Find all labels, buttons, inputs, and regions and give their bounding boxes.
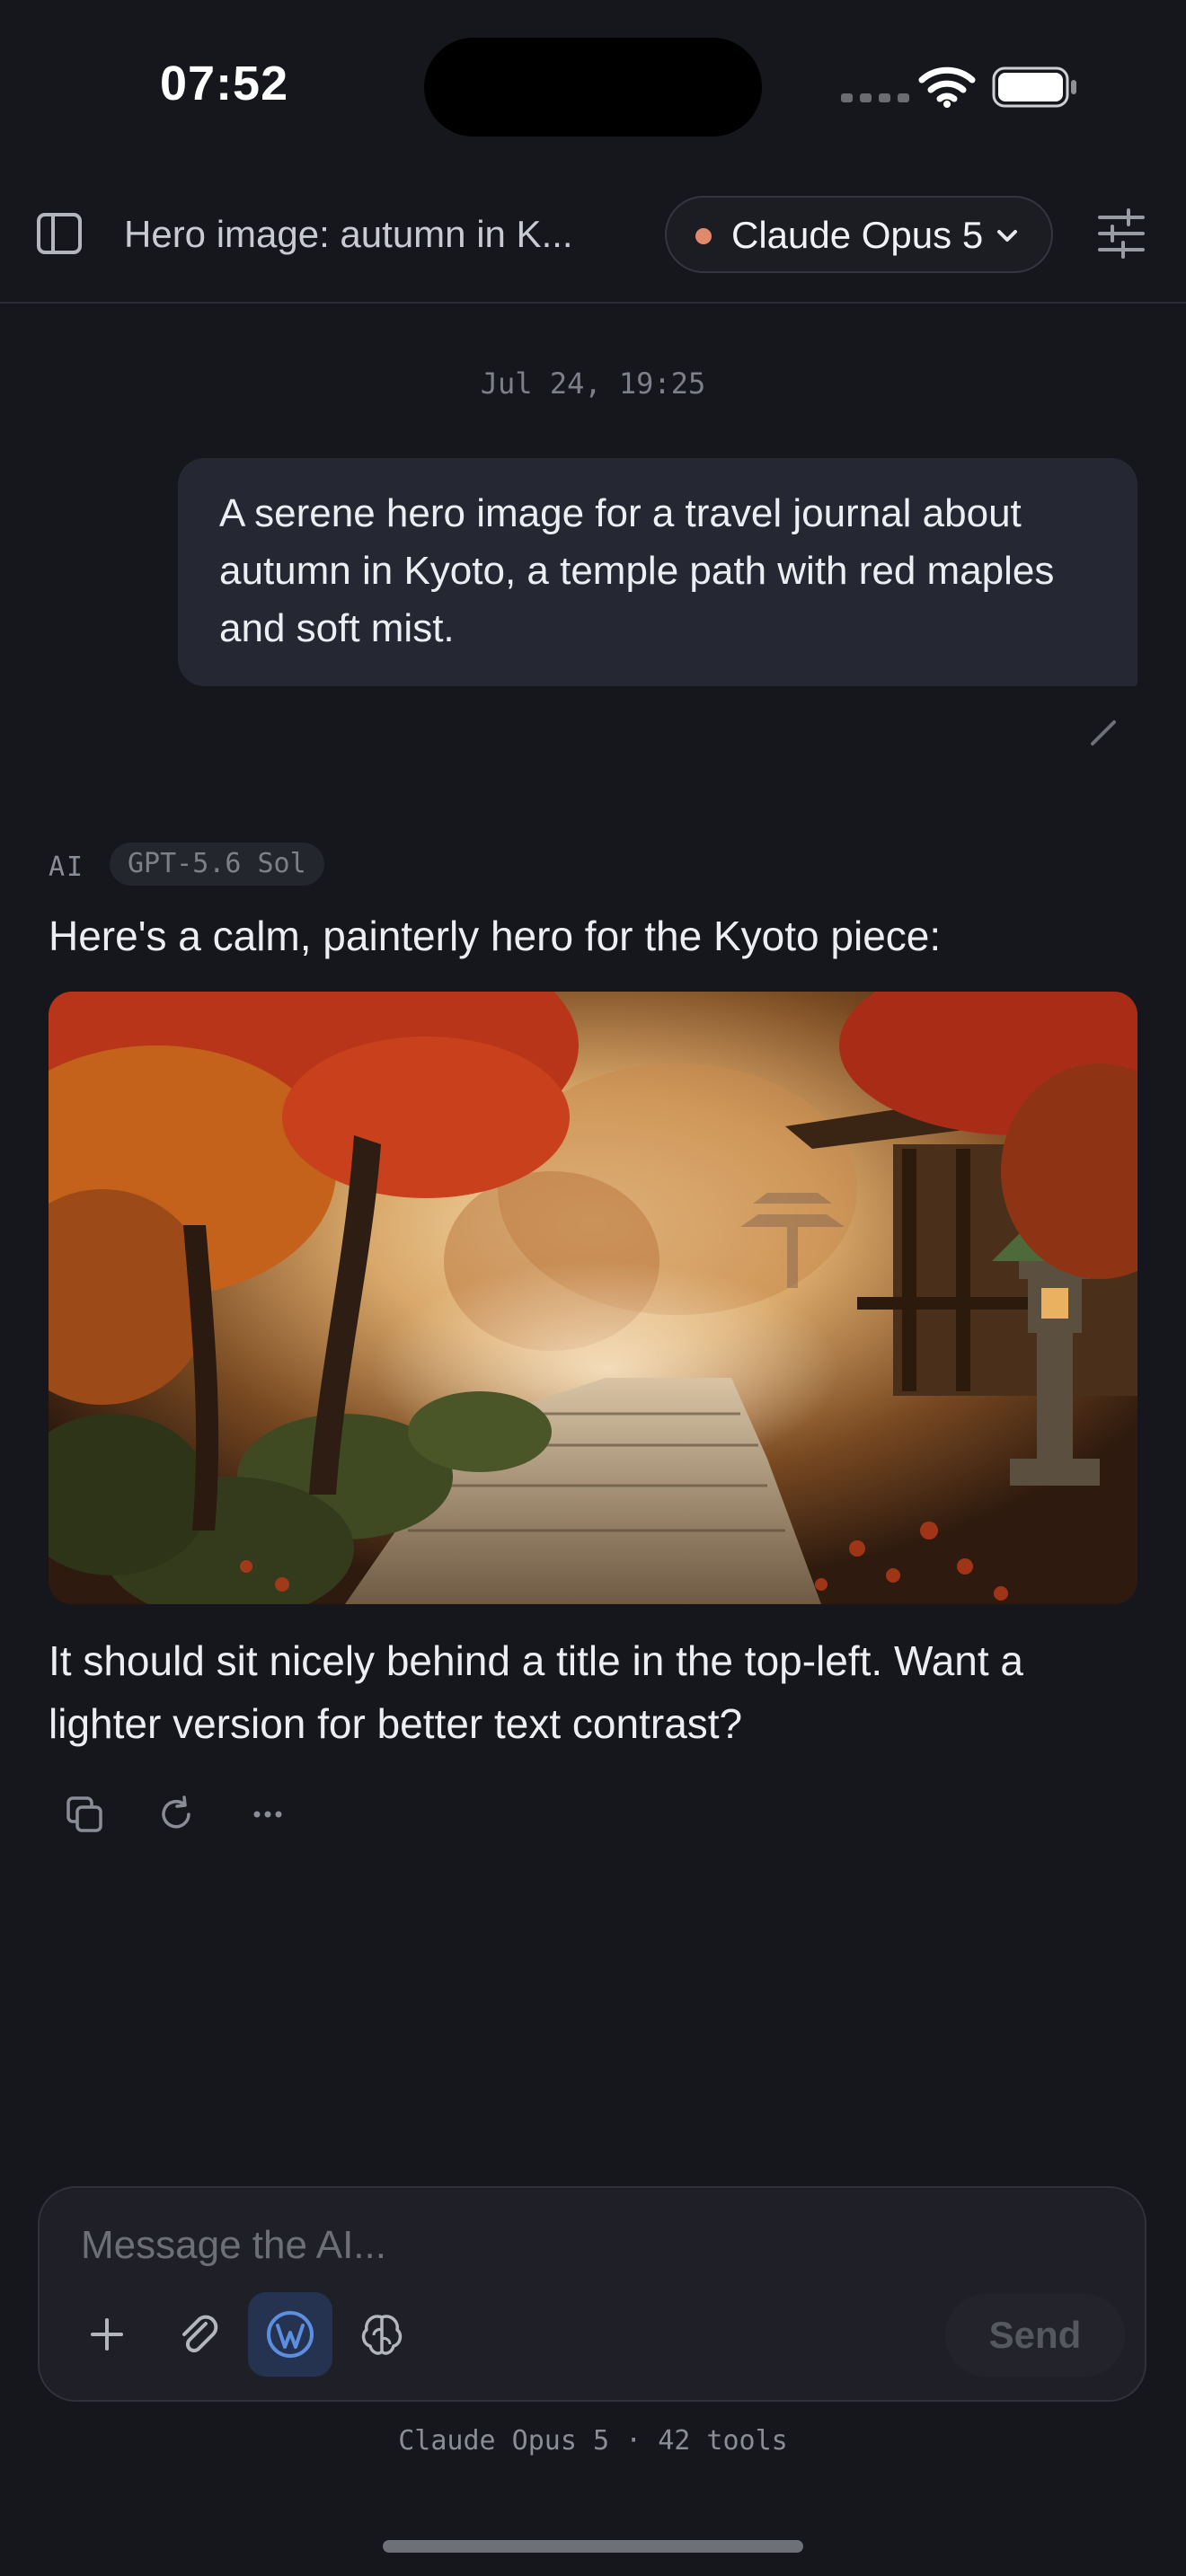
copy-button[interactable] — [63, 1793, 106, 1836]
wifi-icon — [918, 65, 976, 112]
message-timestamp: Jul 24, 19:25 — [480, 366, 706, 401]
refresh-icon — [162, 1795, 190, 1829]
ai-followup-text: It should sit nicely behind a title in t… — [49, 1637, 1023, 1747]
ai-sender-label: AI — [49, 851, 85, 883]
conversation-title[interactable]: Hero image: autumn in K... — [124, 210, 609, 259]
ai-intro-text: Here's a calm, painterly hero for the Ky… — [49, 913, 942, 959]
wordpress-tool-button[interactable] — [248, 2292, 332, 2377]
paperclip-icon — [182, 2315, 218, 2353]
message-composer: Send — [38, 2186, 1146, 2402]
attach-button[interactable] — [156, 2292, 241, 2377]
model-status-dot — [695, 228, 712, 244]
brain-icon — [361, 2315, 403, 2355]
pencil-icon — [1091, 720, 1116, 745]
composer-footer-note: Claude Opus 5 · 42 tools — [398, 2425, 788, 2457]
add-button[interactable] — [65, 2292, 149, 2377]
regenerate-button[interactable] — [155, 1793, 198, 1836]
send-button[interactable]: Send — [945, 2294, 1125, 2377]
more-icon — [253, 1811, 282, 1818]
reasoning-button[interactable] — [340, 2292, 424, 2377]
copy-icon — [66, 1796, 102, 1832]
sliders-icon — [1098, 208, 1145, 259]
wordpress-icon — [267, 2311, 314, 2358]
kyoto-autumn-image — [49, 992, 1137, 1604]
home-indicator[interactable] — [383, 2540, 803, 2553]
settings-button[interactable] — [1096, 208, 1146, 263]
status-time: 07:52 — [160, 57, 289, 110]
sidebar-icon — [37, 213, 82, 254]
model-selector-button[interactable]: Claude Opus 5 — [665, 196, 1053, 273]
cellular-signal-icon — [841, 93, 909, 102]
chevron-down-icon — [997, 230, 1017, 242]
plus-icon — [91, 2318, 123, 2351]
dynamic-island — [424, 38, 762, 137]
generated-hero-image[interactable] — [49, 992, 1137, 1604]
message-actions — [63, 1793, 289, 1836]
edit-message-button[interactable] — [1085, 715, 1121, 755]
chat-header: Hero image: autumn in K... Claude Opus 5 — [0, 171, 1186, 304]
user-message-bubble: A serene hero image for a travel journal… — [178, 458, 1137, 686]
battery-icon — [992, 66, 1078, 112]
model-selector-label: Claude Opus 5 — [731, 214, 984, 256]
sidebar-toggle-button[interactable] — [36, 210, 84, 259]
ai-model-badge: GPT-5.6 Sol — [110, 842, 324, 886]
more-options-button[interactable] — [246, 1793, 289, 1836]
message-input[interactable] — [79, 2215, 1071, 2276]
